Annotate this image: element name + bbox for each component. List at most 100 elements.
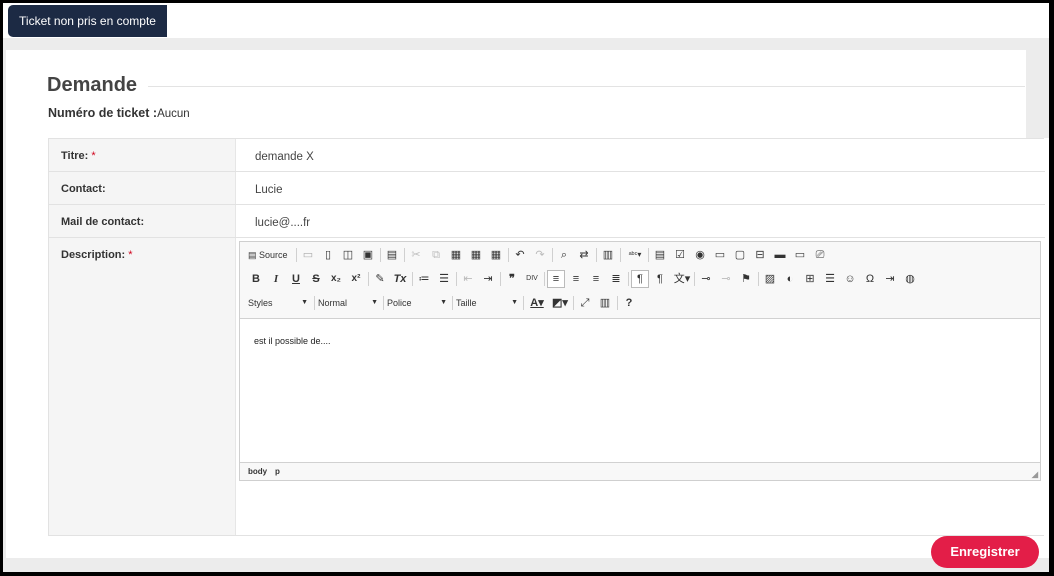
italic-icon[interactable]: I <box>268 271 284 287</box>
title-field[interactable]: demande X <box>255 151 314 163</box>
button-icon[interactable]: ▬ <box>772 247 788 263</box>
justify-icon[interactable]: ≣ <box>608 271 624 287</box>
section-title: Demande <box>47 74 138 96</box>
link-icon[interactable]: ⊸ <box>698 271 714 287</box>
toolbar-separator <box>452 296 453 310</box>
numbered-list-icon[interactable]: ≔ <box>416 271 432 287</box>
toolbar-separator <box>314 296 315 310</box>
toolbar-separator <box>380 248 381 262</box>
textfield-icon[interactable]: ▭ <box>712 247 728 263</box>
toolbar-separator <box>648 248 649 262</box>
grey-right-margin <box>1026 38 1049 138</box>
paste-icon[interactable]: ▦ <box>448 247 464 263</box>
bg-color-icon[interactable]: ◩▾ <box>550 295 570 311</box>
toolbar-separator <box>694 272 695 286</box>
find-icon[interactable]: ⌕ <box>556 247 572 263</box>
row-contact: Contact: Lucie <box>49 172 1045 205</box>
special-char-icon[interactable]: Ω <box>862 271 878 287</box>
replace-icon[interactable]: ⇄ <box>576 247 592 263</box>
remove-format-icon[interactable]: Tx <box>392 271 408 287</box>
rich-text-editor: ▤ Source ▭ ▯ ◫ ▣ ▤ ✂ ⧉ ▦ ▦ ▦ ↶ ↷ ⌕ ⇄ ▥ ᵃ… <box>239 241 1041 481</box>
chevron-down-icon: ▼ <box>301 299 308 306</box>
bold-icon[interactable]: B <box>248 271 264 287</box>
ltr-icon[interactable]: ¶ <box>631 270 649 288</box>
source-button[interactable]: ▤ Source <box>248 247 292 263</box>
page-break-icon[interactable]: ⇥ <box>882 271 898 287</box>
div-icon[interactable]: DIV <box>524 271 540 287</box>
toolbar-separator <box>456 272 457 286</box>
language-icon[interactable]: 文▾ <box>672 271 692 287</box>
font-dropdown[interactable]: Police ▼ <box>387 295 449 311</box>
blockquote-icon[interactable]: ❞ <box>504 271 520 287</box>
required-marker: * <box>91 150 96 162</box>
save-button[interactable]: Enregistrer <box>931 536 1039 568</box>
contact-label: Contact: <box>61 183 106 195</box>
outdent-icon[interactable]: ⇤ <box>460 271 476 287</box>
show-blocks-icon[interactable]: ▥ <box>597 295 613 311</box>
smiley-icon[interactable]: ☺ <box>842 271 858 287</box>
resize-handle-icon[interactable]: ◢ <box>1032 470 1038 479</box>
app-frame: Ticket non pris en compte Demande Numéro… <box>3 3 1049 572</box>
spellcheck-icon[interactable]: ᵃᵇᶜ▾ <box>624 247 646 263</box>
format-dropdown[interactable]: Normal ▼ <box>318 295 380 311</box>
copy-icon[interactable]: ⧉ <box>428 247 444 263</box>
unlink-icon[interactable]: ⊸ <box>718 271 734 287</box>
new-page-icon[interactable]: ▯ <box>320 247 336 263</box>
styles-dropdown[interactable]: Styles ▼ <box>248 295 310 311</box>
path-p[interactable]: p <box>275 467 280 476</box>
font-label: Police <box>387 298 412 308</box>
toolbar-separator <box>508 248 509 262</box>
text-color-icon[interactable]: A▾ <box>527 295 547 311</box>
format-label: Normal <box>318 298 348 308</box>
styles-label: Styles <box>248 298 273 308</box>
redo-icon[interactable]: ↷ <box>532 247 548 263</box>
size-dropdown[interactable]: Taille ▼ <box>456 295 520 311</box>
cut-icon[interactable]: ✂ <box>408 247 424 263</box>
print-icon[interactable]: ▣ <box>360 247 376 263</box>
align-center-icon[interactable]: ≡ <box>568 271 584 287</box>
grey-left-margin <box>3 38 6 572</box>
toolbar-separator <box>573 296 574 310</box>
iframe-icon[interactable]: ◍ <box>902 271 918 287</box>
radio-icon[interactable]: ◉ <box>692 247 708 263</box>
image-icon[interactable]: ▨ <box>762 271 778 287</box>
form-icon[interactable]: ▤ <box>652 247 668 263</box>
strike-icon[interactable]: S <box>308 271 324 287</box>
paste-text-icon[interactable]: ▦ <box>468 247 484 263</box>
save-icon[interactable]: ▭ <box>300 247 316 263</box>
title-label-text: Titre: <box>61 150 89 162</box>
underline-icon[interactable]: U <box>288 271 304 287</box>
flash-icon[interactable]: ◐ <box>782 271 798 287</box>
select-icon[interactable]: ⊟ <box>752 247 768 263</box>
templates-icon[interactable]: ▤ <box>384 247 400 263</box>
preview-icon[interactable]: ◫ <box>340 247 356 263</box>
chevron-down-icon: ▼ <box>371 299 378 306</box>
horizontal-rule-icon[interactable]: ☰ <box>822 271 838 287</box>
rtl-icon[interactable]: ¶ <box>652 271 668 287</box>
copy-format-icon[interactable]: ✎ <box>372 271 388 287</box>
help-icon[interactable]: ? <box>621 295 637 311</box>
contact-field[interactable]: Lucie <box>255 184 283 196</box>
bulleted-list-icon[interactable]: ☰ <box>436 271 452 287</box>
table-icon[interactable]: ⊞ <box>802 271 818 287</box>
superscript-icon[interactable]: x² <box>348 271 364 287</box>
paste-word-icon[interactable]: ▦ <box>488 247 504 263</box>
toolbar-separator <box>620 248 621 262</box>
email-field[interactable]: lucie@....fr <box>255 217 310 229</box>
checkbox-icon[interactable]: ☑ <box>672 247 688 263</box>
subscript-icon[interactable]: x₂ <box>328 271 344 287</box>
undo-icon[interactable]: ↶ <box>512 247 528 263</box>
align-left-icon[interactable]: ≡ <box>547 270 565 288</box>
hidden-field-icon[interactable]: ⎚ <box>812 247 828 263</box>
anchor-icon[interactable]: ⚑ <box>738 271 754 287</box>
ticket-number-label: Numéro de ticket : <box>48 106 158 120</box>
textarea-icon[interactable]: ▢ <box>732 247 748 263</box>
path-body[interactable]: body <box>248 467 267 476</box>
image-button-icon[interactable]: ▭ <box>792 247 808 263</box>
select-all-icon[interactable]: ▥ <box>600 247 616 263</box>
element-path-bar: body p ◢ <box>240 462 1040 480</box>
indent-icon[interactable]: ⇥ <box>480 271 496 287</box>
maximize-icon[interactable]: ⤢ <box>577 295 593 311</box>
align-right-icon[interactable]: ≡ <box>588 271 604 287</box>
editor-content-area[interactable]: est il possible de.... <box>240 320 1040 462</box>
